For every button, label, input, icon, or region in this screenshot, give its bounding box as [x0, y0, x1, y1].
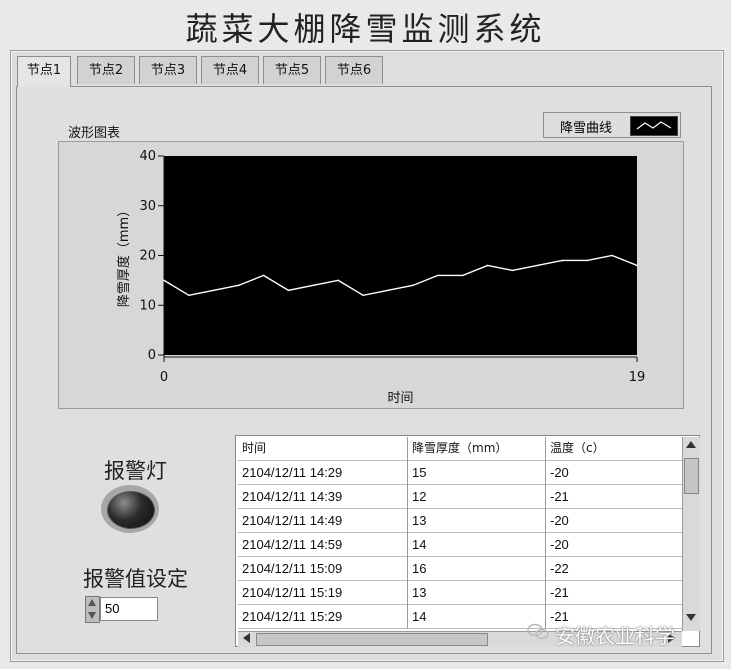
cell-time: 2104/12/11 14:49	[238, 509, 408, 533]
cell-snow-depth: 14	[408, 605, 546, 629]
cell-time: 2104/12/11 14:29	[238, 461, 408, 485]
alarm-value-stepper[interactable]	[85, 596, 100, 623]
data-point	[511, 269, 514, 272]
table-row[interactable]: 2104/12/11 14:59 14 -20	[238, 533, 682, 557]
data-point	[461, 274, 464, 277]
table-header-row: 时间 降雪厚度（mm） 温度（c）	[238, 437, 682, 461]
cell-snow-depth: 15	[408, 461, 546, 485]
x-axis-label: 时间	[387, 391, 413, 406]
cell-temperature: -20	[550, 465, 569, 480]
data-point	[237, 284, 240, 287]
y-tick-label: 20	[139, 249, 156, 264]
header-snow-depth: 降雪厚度（mm）	[408, 437, 546, 461]
alarm-setting-label: 报警值设定	[83, 567, 188, 591]
table-row[interactable]: 2104/12/11 14:29 15 -20	[238, 461, 682, 485]
app-window: 蔬菜大棚降雪监测系统 节点1 节点2 节点3 节点4 节点5 节点6 波形图表 …	[0, 0, 731, 669]
scroll-up-icon[interactable]	[686, 441, 696, 448]
table-row[interactable]: 2104/12/11 15:09 16 -22	[238, 557, 682, 581]
data-table-body[interactable]: 时间 降雪厚度（mm） 温度（c） 2104/12/11 14:29 15 -20 2…	[238, 437, 682, 631]
cell-temperature: -20	[550, 537, 569, 552]
y-tick-label: 0	[148, 348, 156, 363]
data-point	[611, 254, 613, 257]
data-point	[362, 294, 364, 297]
cell-time: 2104/12/11 15:29	[238, 605, 408, 629]
cell-snow-depth: 13	[408, 581, 546, 605]
data-point	[337, 279, 340, 282]
tab-node-1[interactable]: 节点1	[17, 56, 71, 87]
data-point	[262, 274, 265, 277]
cell-snow-depth: 16	[408, 557, 546, 581]
data-point	[412, 284, 414, 287]
cell-time: 2104/12/11 15:19	[238, 581, 408, 605]
horizontal-scroll-thumb[interactable]	[256, 633, 488, 646]
table-row[interactable]: 2104/12/11 15:19 13 -21	[238, 581, 682, 605]
cell-snow-depth: 12	[408, 485, 546, 509]
cell-temperature: -21	[550, 585, 569, 600]
header-temperature: 温度（c）	[550, 441, 605, 455]
alarm-lamp-bulb	[107, 491, 155, 529]
cell-temperature: -22	[550, 561, 569, 576]
vertical-scroll-thumb[interactable]	[684, 458, 699, 494]
series-line	[163, 254, 638, 297]
header-time: 时间	[238, 437, 408, 461]
data-point	[163, 279, 165, 282]
data-point	[212, 289, 215, 292]
alarm-lamp-label: 报警灯	[104, 459, 167, 483]
y-tick-label: 10	[139, 298, 156, 313]
cell-temperature: -21	[550, 489, 569, 504]
data-point	[536, 264, 539, 267]
cell-temperature: -20	[550, 513, 569, 528]
cell-snow-depth: 14	[408, 533, 546, 557]
y-axis-label: 降雪厚度（mm）	[116, 204, 132, 307]
cell-time: 2104/12/11 14:39	[238, 485, 408, 509]
cell-time: 2104/12/11 14:59	[238, 533, 408, 557]
data-point	[636, 264, 638, 267]
data-point	[586, 259, 589, 262]
x-tick-label: 19	[629, 370, 646, 385]
watermark-text: 安徽农业科学	[555, 624, 675, 648]
data-point	[437, 274, 439, 277]
y-tick-label: 30	[139, 199, 156, 214]
scroll-left-icon[interactable]	[243, 633, 250, 643]
scroll-down-icon[interactable]	[686, 614, 696, 621]
x-tick-label: 0	[160, 370, 168, 385]
data-point	[287, 289, 290, 292]
data-point	[561, 259, 564, 262]
table-row[interactable]: 2104/12/11 14:39 12 -21	[238, 485, 682, 509]
data-point	[486, 264, 489, 267]
table-row[interactable]: 2104/12/11 14:49 13 -20	[238, 509, 682, 533]
cell-snow-depth: 13	[408, 509, 546, 533]
cell-time: 2104/12/11 15:09	[238, 557, 408, 581]
alarm-lamp	[101, 485, 159, 533]
y-tick-label: 40	[139, 149, 156, 164]
wechat-icon	[527, 623, 549, 640]
data-point	[387, 289, 389, 292]
alarm-value-input[interactable]: 50	[100, 597, 158, 621]
data-point	[188, 294, 190, 297]
data-point	[312, 284, 315, 287]
